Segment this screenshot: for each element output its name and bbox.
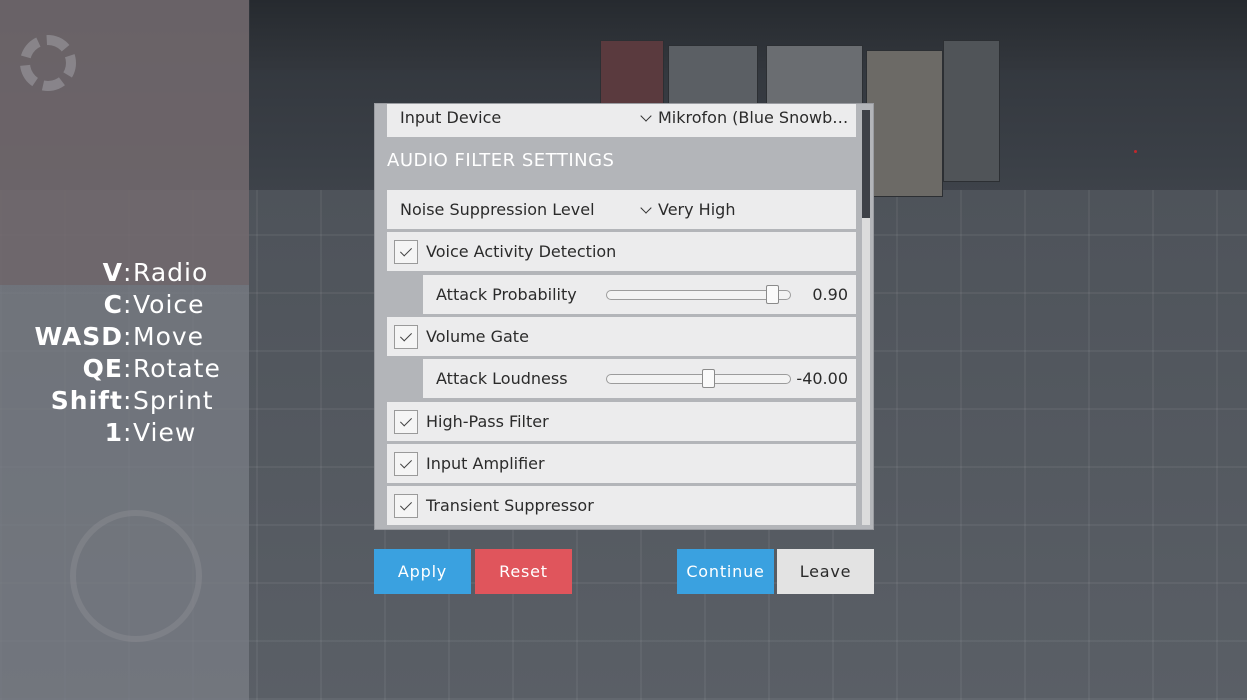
transient-suppressor-label: Transient Suppressor: [426, 496, 594, 515]
settings-scrollbar[interactable]: [862, 110, 870, 525]
input-amplifier-checkbox[interactable]: [394, 452, 418, 476]
keybind-key: WASD: [34, 321, 123, 351]
keybind-action: Sprint: [133, 385, 214, 415]
input-device-dropdown[interactable]: Mikrofon (Blue Snowb…: [640, 104, 849, 132]
keybind-row: 1: View: [20, 416, 230, 448]
keybind-action: Move: [133, 321, 205, 351]
chevron-down-icon: [640, 110, 652, 122]
input-device-label: Input Device: [400, 108, 502, 127]
locker: [943, 40, 1000, 182]
input-device-value: Mikrofon (Blue Snowb…: [658, 108, 849, 127]
attack-loudness-label: Attack Loudness: [436, 369, 568, 388]
keybind-list: V: Radio C: Voice WASD: Move QE: Rotate Shif…: [20, 256, 230, 448]
keybind-action: Voice: [133, 289, 205, 319]
keybind-action: Radio: [133, 257, 209, 287]
keybind-key: V: [102, 257, 123, 287]
left-sidebar-overlay: V: Radio C: Voice WASD: Move QE: Rotate Shif…: [0, 0, 249, 700]
keybind-row: C: Voice: [20, 288, 230, 320]
keybind-key: QE: [82, 353, 123, 383]
volume-gate-row[interactable]: Volume Gate: [387, 317, 856, 356]
locker: [866, 50, 943, 197]
crosshair-dot: [1134, 150, 1137, 153]
volume-gate-checkbox[interactable]: [394, 325, 418, 349]
section-title: AUDIO FILTER SETTINGS: [387, 150, 615, 171]
transient-suppressor-checkbox[interactable]: [394, 494, 418, 518]
high-pass-filter-label: High-Pass Filter: [426, 412, 549, 431]
keybind-key: Shift: [50, 385, 123, 415]
keybind-key: 1: [104, 417, 123, 447]
attack-loudness-slider[interactable]: [606, 369, 791, 388]
attack-probability-value: 0.90: [812, 285, 848, 304]
keybind-row: QE: Rotate: [20, 352, 230, 384]
transient-suppressor-row[interactable]: Transient Suppressor: [387, 486, 856, 525]
audio-settings-panel[interactable]: Input Device Mikrofon (Blue Snowb… AUDIO…: [374, 103, 874, 530]
noise-suppression-dropdown[interactable]: Very High: [640, 190, 736, 229]
volume-gate-label: Volume Gate: [426, 327, 529, 346]
leave-button[interactable]: Leave: [777, 549, 874, 594]
noise-suppression-label: Noise Suppression Level: [400, 200, 595, 219]
attack-probability-row: Attack Probability 0.90: [423, 275, 856, 314]
attack-loudness-value: -40.00: [796, 369, 848, 388]
gear-icon: [20, 35, 76, 91]
high-pass-filter-checkbox[interactable]: [394, 410, 418, 434]
input-amplifier-label: Input Amplifier: [426, 454, 545, 473]
keybind-row: Shift: Sprint: [20, 384, 230, 416]
input-amplifier-row[interactable]: Input Amplifier: [387, 444, 856, 483]
keybind-action: Rotate: [133, 353, 221, 383]
continue-button[interactable]: Continue: [677, 549, 774, 594]
voice-activity-detection-checkbox[interactable]: [394, 240, 418, 264]
chevron-down-icon: [640, 202, 652, 214]
scrollbar-thumb[interactable]: [862, 110, 870, 218]
voice-activity-detection-label: Voice Activity Detection: [426, 242, 617, 261]
noise-suppression-row[interactable]: Noise Suppression Level Very High: [387, 190, 856, 229]
attack-probability-slider[interactable]: [606, 285, 791, 304]
keybind-row: WASD: Move: [20, 320, 230, 352]
keybind-action: View: [133, 417, 197, 447]
apply-button[interactable]: Apply: [374, 549, 471, 594]
high-pass-filter-row[interactable]: High-Pass Filter: [387, 402, 856, 441]
attack-probability-label: Attack Probability: [436, 285, 577, 304]
noise-suppression-value: Very High: [658, 200, 736, 219]
attack-loudness-row: Attack Loudness -40.00: [423, 359, 856, 398]
slider-handle[interactable]: [702, 369, 715, 388]
keybind-row: V: Radio: [20, 256, 230, 288]
keybind-key: C: [103, 289, 123, 319]
input-device-row[interactable]: Input Device Mikrofon (Blue Snowb…: [387, 104, 856, 137]
reset-button[interactable]: Reset: [475, 549, 572, 594]
circle-icon: [70, 510, 202, 642]
voice-activity-detection-row[interactable]: Voice Activity Detection: [387, 232, 856, 271]
